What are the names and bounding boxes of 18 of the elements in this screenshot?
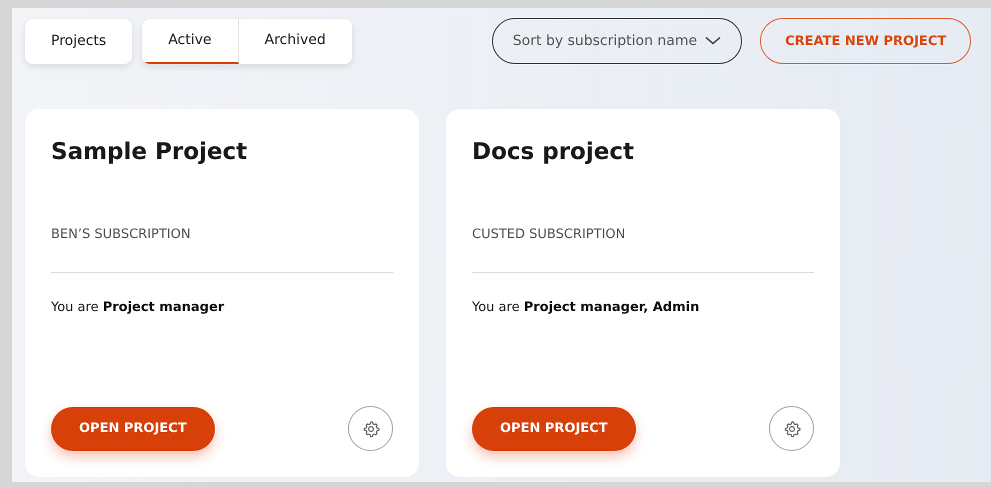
open-project-button[interactable]: OPEN PROJECT — [472, 406, 636, 450]
settings-button[interactable] — [769, 406, 814, 451]
project-title: Sample Project — [51, 139, 248, 165]
settings-icon — [782, 420, 800, 438]
settings-button[interactable] — [348, 406, 393, 451]
tab[interactable]: Active — [142, 18, 239, 64]
role-text: You are Project manager, Admin — [472, 300, 700, 315]
subscription-name: BEN’S SUBSCRIPTION — [51, 227, 192, 242]
settings-icon — [362, 420, 380, 438]
project-title: Docs project — [472, 139, 635, 165]
projects-filter-button[interactable]: Projects — [25, 18, 132, 64]
open-project-button[interactable]: OPEN PROJECT — [51, 406, 215, 450]
tab[interactable]: Archived — [238, 18, 352, 64]
subscription-name: CUSTED SUBSCRIPTION — [472, 227, 626, 242]
create-project-button[interactable]: CREATE NEW PROJECT — [760, 18, 972, 64]
sort-dropdown[interactable]: Sort by subscription name — [492, 18, 742, 64]
role-text: You are Project manager — [51, 300, 226, 315]
chevron-down-icon — [705, 36, 722, 46]
